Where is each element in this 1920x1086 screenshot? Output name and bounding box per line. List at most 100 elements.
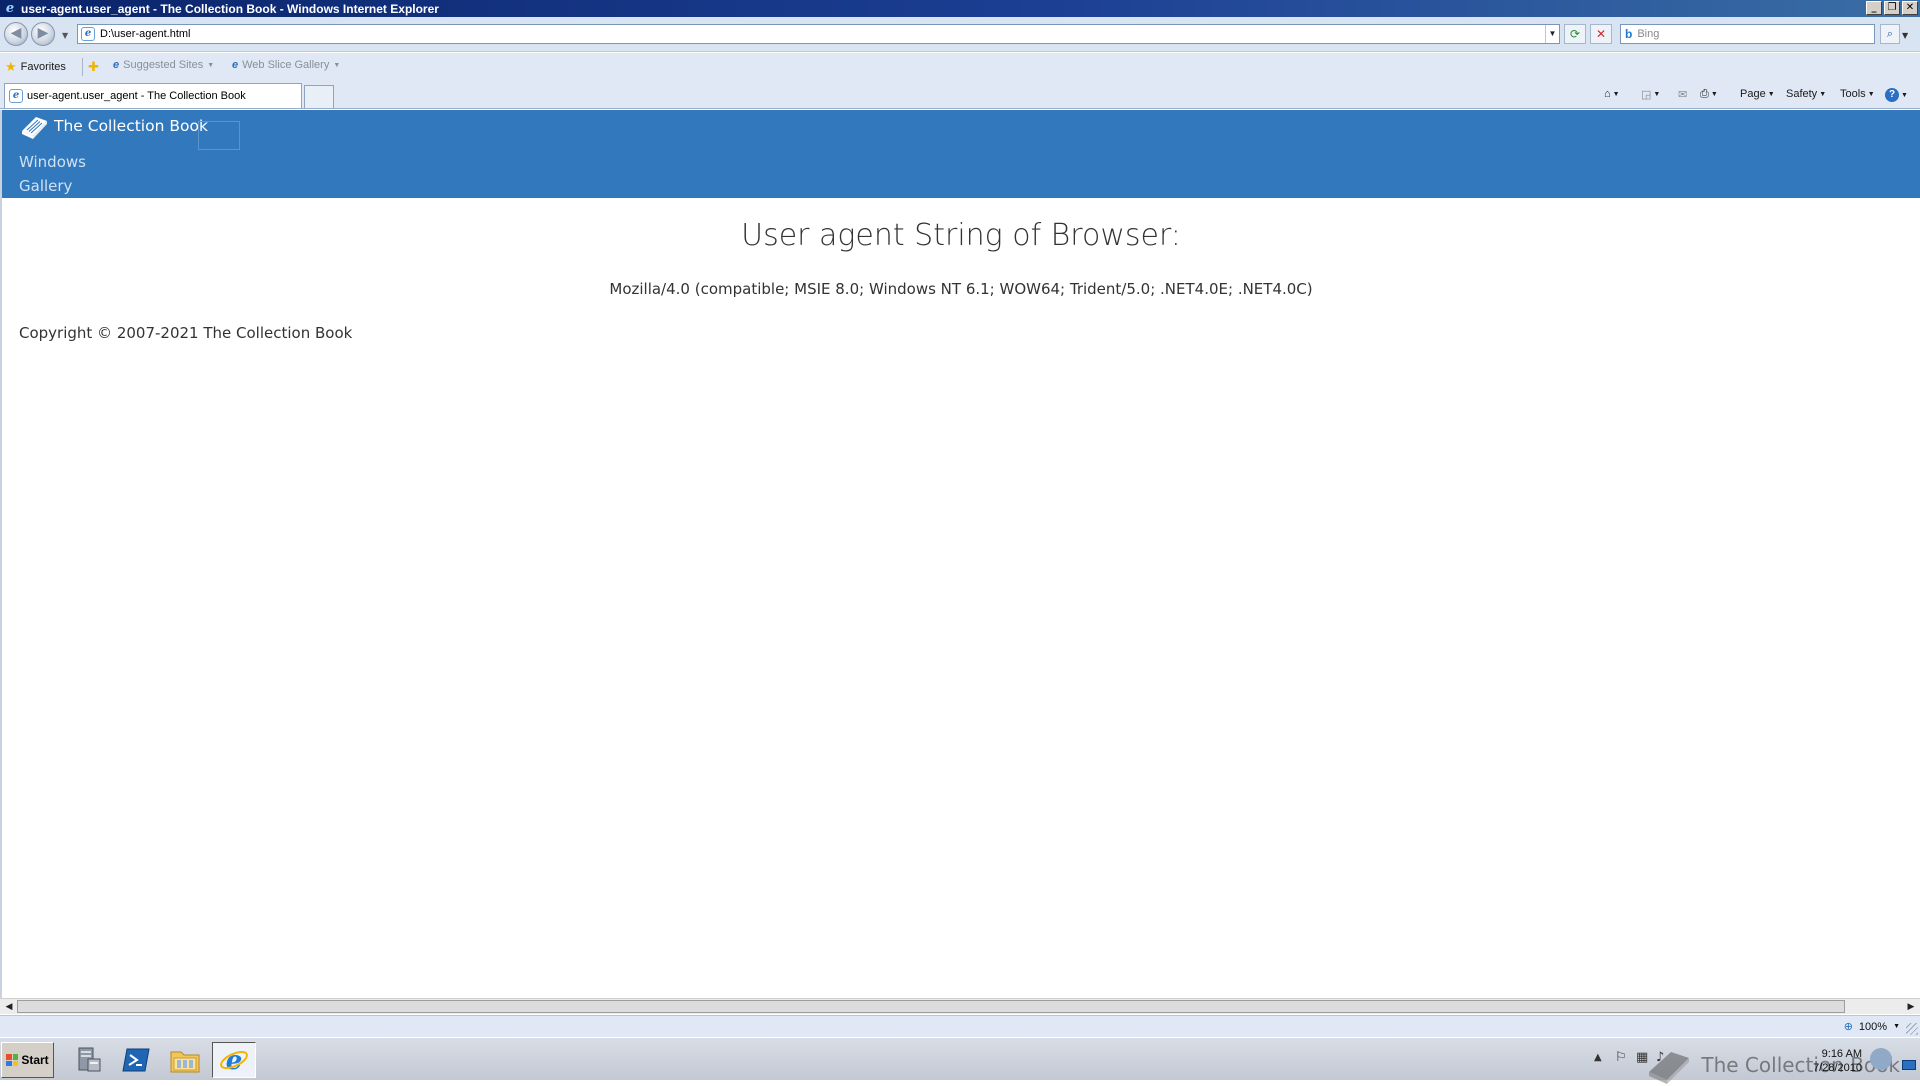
favorites-button[interactable]: ★ Favorites	[5, 59, 66, 75]
user-agent-string: Mozilla/4.0 (compatible; MSIE 8.0; Windo…	[609, 280, 1313, 298]
favorites-star-icon: ★	[5, 59, 17, 74]
address-input[interactable]: D:\user-agent.html	[100, 28, 190, 40]
folder-icon	[170, 1051, 200, 1073]
windows-logo-icon	[6, 1054, 19, 1066]
print-button[interactable]: ⎙ ▼	[1700, 88, 1718, 101]
tools-menu[interactable]: Tools ▼	[1840, 88, 1875, 100]
chevron-down-icon: ▼	[1653, 91, 1661, 98]
ie-logo-icon: e	[5, 1, 15, 16]
internet-explorer-icon: e	[220, 1046, 248, 1075]
close-button[interactable]: ✕	[1902, 1, 1918, 15]
mail-icon: ✉	[1678, 89, 1688, 101]
book-logo-icon	[22, 117, 47, 139]
refresh-icon: ⟳	[1569, 27, 1581, 41]
search-box[interactable]: b Bing	[1620, 24, 1875, 44]
page-icon: e	[81, 27, 95, 41]
show-desktop-icon[interactable]	[1902, 1060, 1916, 1070]
divider	[82, 58, 83, 76]
ie-page-icon: e	[113, 59, 120, 71]
powershell-button[interactable]	[114, 1042, 158, 1078]
clock-date: 7/28/2010	[1813, 1062, 1862, 1074]
safety-menu[interactable]: Safety ▼	[1786, 88, 1826, 100]
safety-menu-label: Safety	[1786, 88, 1818, 100]
volume-icon[interactable]: ♪	[1656, 1050, 1664, 1065]
suggested-sites-link[interactable]: e Suggested Sites ▼	[113, 59, 214, 71]
read-mail-button[interactable]: ✉	[1678, 88, 1687, 101]
chevron-down-icon: ▼	[1710, 91, 1718, 98]
chevron-down-icon: ▼	[207, 61, 215, 69]
magnifier-icon: ⌕	[1886, 27, 1894, 40]
back-arrow-icon: ◀	[10, 25, 22, 41]
new-tab-button[interactable]	[304, 85, 334, 108]
site-brand[interactable]: The Collection Book	[18, 111, 208, 141]
scroll-right-icon[interactable]: ▶	[1903, 1000, 1919, 1014]
address-bar[interactable]: e D:\user-agent.html ▼	[77, 24, 1560, 44]
forward-arrow-icon: ▶	[37, 25, 49, 41]
nav-toggle-button[interactable]	[198, 121, 240, 150]
server-manager-button[interactable]	[66, 1042, 110, 1078]
bing-icon: b	[1625, 27, 1633, 41]
back-button[interactable]: ◀	[4, 22, 28, 46]
zoom-level: 100%	[1858, 1020, 1888, 1033]
tab-active[interactable]: e user-agent.user_agent - The Collection…	[4, 83, 302, 108]
feeds-button[interactable]: ◲ ▼	[1641, 88, 1660, 101]
tools-menu-label: Tools	[1840, 88, 1866, 100]
chevron-down-icon: ▼	[1901, 91, 1908, 99]
scroll-left-icon[interactable]: ◀	[1, 1000, 17, 1014]
restore-button[interactable]: ❐	[1884, 1, 1900, 15]
user-avatar-icon	[1870, 1048, 1892, 1070]
history-dropdown-icon[interactable]: ▼	[62, 31, 68, 40]
favorites-label: Favorites	[20, 61, 66, 73]
help-icon: ?	[1885, 88, 1899, 102]
tab-title: user-agent.user_agent - The Collection B…	[27, 90, 246, 102]
explorer-button[interactable]	[163, 1042, 207, 1078]
nav-link-windows[interactable]: Windows	[19, 153, 86, 171]
window-title: user-agent.user_agent - The Collection B…	[21, 1, 439, 16]
window-titlebar: e user-agent.user_agent - The Collection…	[0, 0, 1920, 17]
help-button[interactable]: ? ▼	[1885, 88, 1908, 102]
start-button[interactable]: Start	[1, 1042, 54, 1078]
start-label: Start	[21, 1053, 49, 1067]
scrollbar-thumb[interactable]	[17, 1000, 1845, 1013]
server-manager-icon	[78, 1047, 101, 1072]
nav-link-gallery[interactable]: Gallery	[19, 177, 72, 195]
show-hidden-icons-icon[interactable]: ▲	[1594, 1052, 1602, 1063]
minimize-button[interactable]: _	[1866, 1, 1882, 15]
forward-button[interactable]: ▶	[31, 22, 55, 46]
web-slice-gallery-label: Web Slice Gallery	[242, 59, 330, 71]
tab-page-icon: e	[9, 89, 23, 103]
status-bar: ⊕ 100% ▼	[0, 1015, 1920, 1037]
search-input[interactable]: Bing	[1637, 28, 1659, 40]
clock[interactable]: 9:16 AM 7/28/2010	[1813, 1047, 1862, 1075]
internet-explorer-button[interactable]: e	[212, 1042, 256, 1078]
action-center-flag-icon[interactable]: ⚐	[1615, 1050, 1627, 1065]
network-icon[interactable]: ▦	[1636, 1050, 1648, 1065]
favorites-bar: ★ Favorites ✚ e Suggested Sites ▼ e Web …	[0, 53, 1920, 81]
horizontal-scrollbar[interactable]: ◀ ▶	[0, 998, 1920, 1014]
page-menu-label: Page	[1740, 88, 1766, 100]
refresh-button[interactable]: ⟳	[1564, 24, 1586, 44]
site-title: The Collection Book	[54, 117, 208, 135]
add-to-favorites-bar-button[interactable]: ✚	[88, 59, 99, 75]
home-icon: ⌂	[1604, 88, 1611, 100]
web-slice-gallery-link[interactable]: e Web Slice Gallery ▼	[232, 59, 340, 71]
chevron-down-icon: ▼	[1819, 90, 1827, 98]
zoom-icon: ⊕	[1843, 1021, 1853, 1033]
printer-icon: ⎙	[1700, 88, 1709, 100]
address-dropdown-icon[interactable]: ▼	[1545, 25, 1559, 43]
resize-grip[interactable]	[1906, 1023, 1918, 1035]
search-button[interactable]: ⌕	[1880, 24, 1900, 44]
chevron-down-icon: ▼	[1867, 90, 1875, 98]
chevron-down-icon: ▼	[1612, 90, 1620, 98]
ie-page-icon: e	[232, 59, 239, 71]
page-menu[interactable]: Page ▼	[1740, 88, 1775, 100]
stop-button[interactable]: ✕	[1590, 24, 1612, 44]
home-button[interactable]: ⌂ ▼	[1604, 88, 1620, 100]
add-favorite-icon: ✚	[88, 59, 99, 74]
taskbar: Start e The Collection Book ▲ ⚐ ▦ ♪ 9:16…	[0, 1037, 1920, 1084]
window-controls: _ ❐ ✕	[1866, 1, 1918, 15]
system-tray: The Collection Book ▲ ⚐ ▦ ♪ 9:16 AM 7/28…	[1400, 1040, 1920, 1084]
search-options-icon[interactable]: ▼	[1902, 31, 1908, 40]
zoom-control[interactable]: ⊕ 100% ▼	[1843, 1020, 1900, 1034]
chevron-down-icon: ▼	[333, 61, 341, 69]
